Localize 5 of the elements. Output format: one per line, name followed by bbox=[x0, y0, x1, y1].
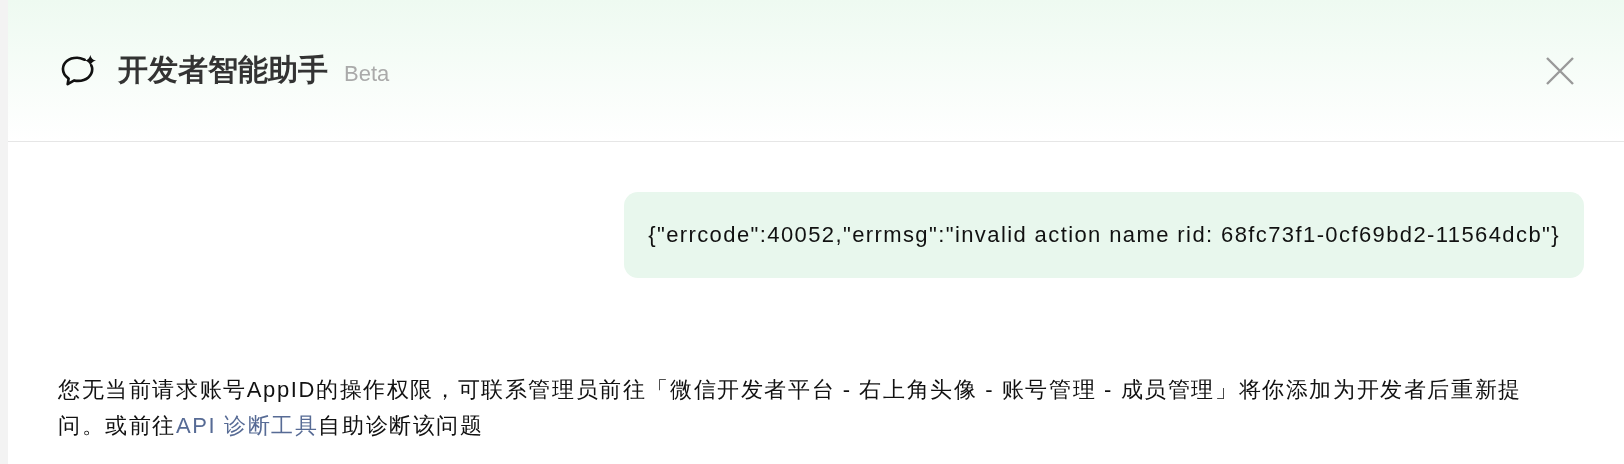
diagnostic-tool-link[interactable]: API 诊断工具 bbox=[176, 413, 319, 438]
beta-label: Beta bbox=[344, 60, 390, 87]
user-message-bubble: {"errcode":40052,"errmsg":"invalid action name rid: 68fc73f1-0cf69bd2-11564dcb"} bbox=[624, 192, 1584, 278]
panel-title: 开发者智能助手 bbox=[118, 52, 328, 88]
assistant-reply: 您无当前请求账号AppID的操作权限，可联系管理员前往「微信开发者平台 - 右上角头像 - 账号管理 - 成员管理」将你添加为开发者后重新提问。或前往API 诊断工具 自助诊断该问题 bbox=[58, 376, 1523, 440]
